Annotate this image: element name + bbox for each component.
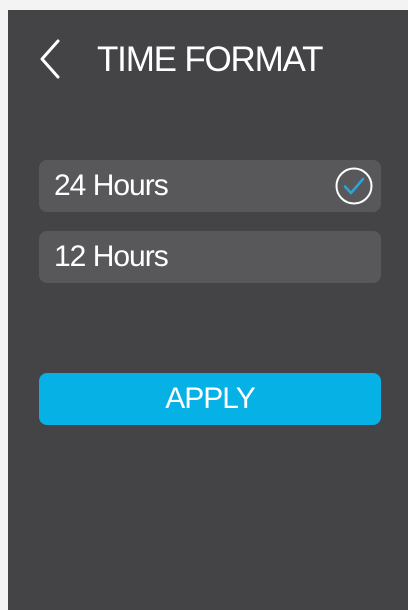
time-format-screen: TIME FORMAT 24 Hours 12 Hours APPLY: [8, 10, 408, 610]
apply-button[interactable]: APPLY: [39, 373, 381, 425]
page-title: TIME FORMAT: [97, 40, 323, 79]
option-24-hours[interactable]: 24 Hours: [39, 160, 381, 212]
check-circle-icon: [335, 167, 373, 205]
header: TIME FORMAT: [8, 10, 408, 110]
back-button[interactable]: [34, 37, 66, 81]
option-label: 24 Hours: [54, 169, 169, 202]
option-12-hours[interactable]: 12 Hours: [39, 231, 381, 283]
option-label: 12 Hours: [54, 240, 169, 273]
chevron-left-icon: [34, 37, 66, 81]
